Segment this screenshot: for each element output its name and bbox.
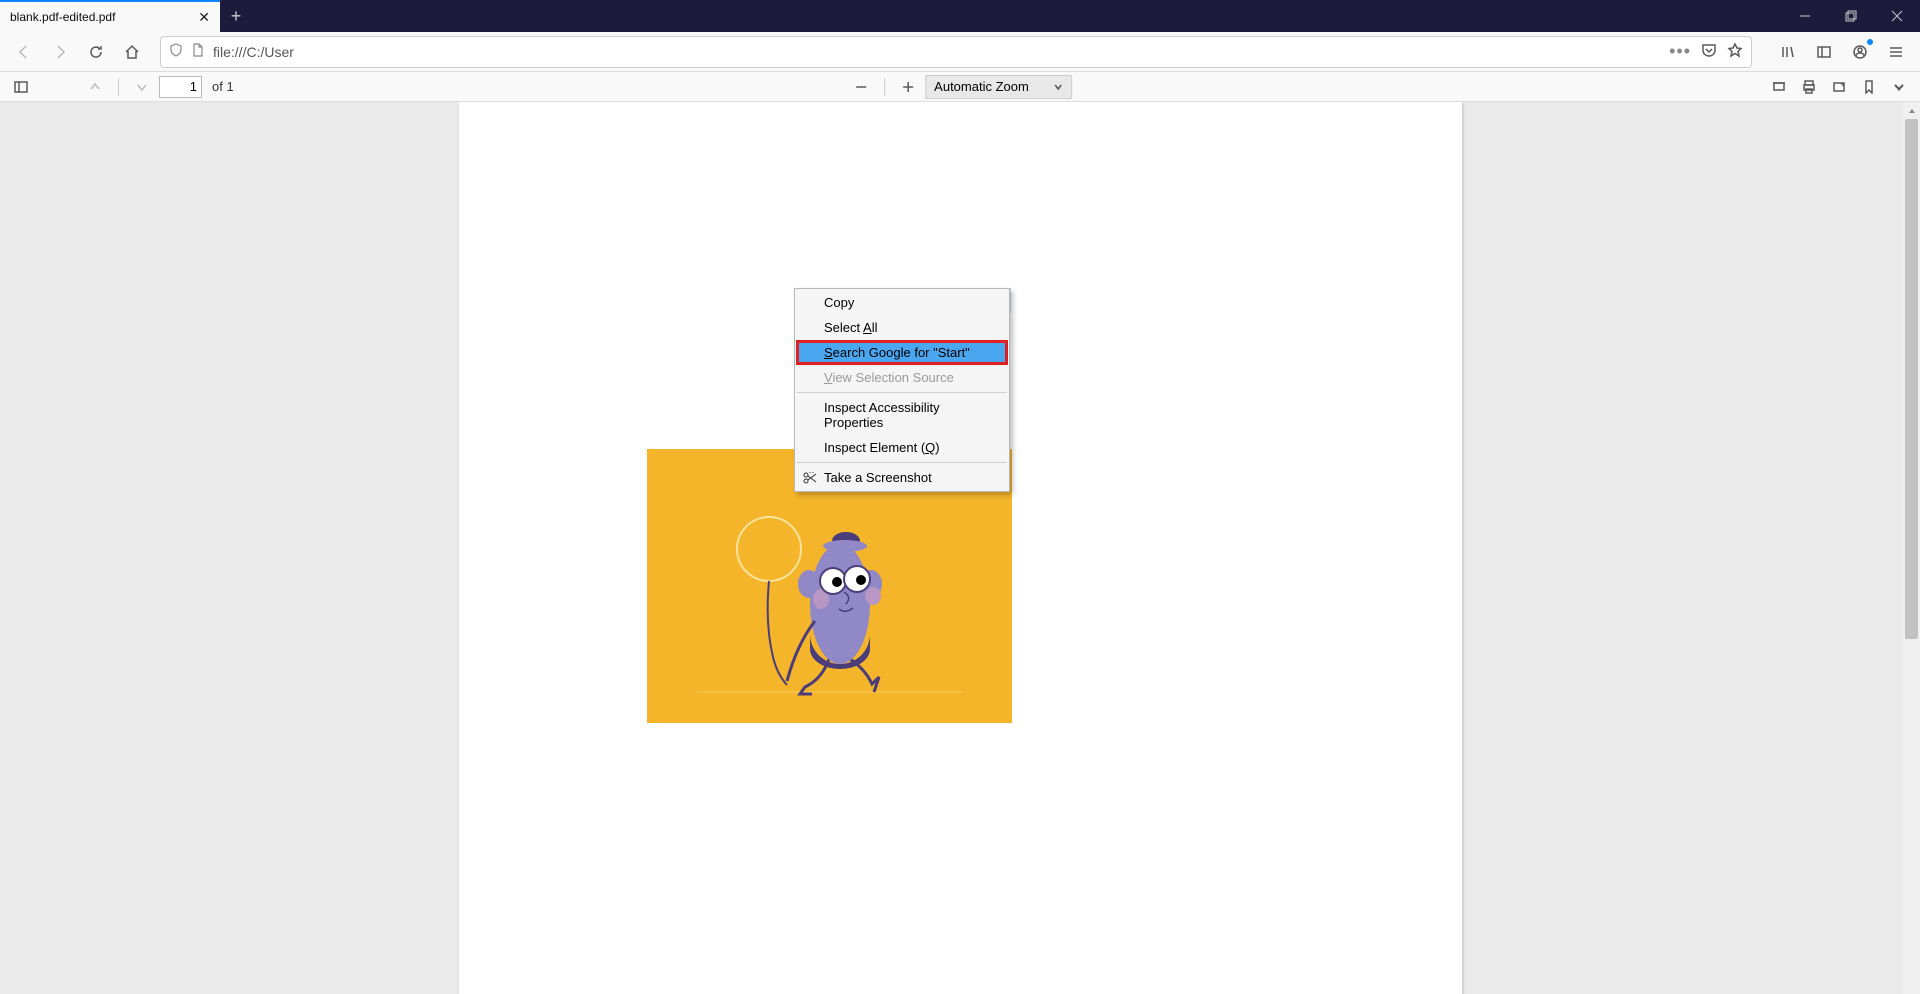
pocket-icon[interactable] xyxy=(1701,42,1717,61)
library-icon[interactable] xyxy=(1772,36,1804,68)
print-button[interactable] xyxy=(1796,74,1822,100)
sidebar-icon[interactable] xyxy=(1808,36,1840,68)
chevron-down-icon xyxy=(1053,82,1063,92)
divider xyxy=(884,78,885,96)
toggle-sidebar-button[interactable] xyxy=(8,74,34,100)
account-icon[interactable] xyxy=(1844,36,1876,68)
presentation-button[interactable] xyxy=(1766,74,1792,100)
separator xyxy=(797,462,1007,463)
page-total-label: of 1 xyxy=(212,79,234,94)
back-button[interactable] xyxy=(8,36,40,68)
zoom-out-button[interactable] xyxy=(848,74,874,100)
home-button[interactable] xyxy=(116,36,148,68)
ctx-copy[interactable]: Copy xyxy=(796,290,1008,315)
titlebar-spacer xyxy=(252,0,1782,32)
download-button[interactable] xyxy=(1826,74,1852,100)
next-page-button[interactable] xyxy=(129,74,155,100)
scroll-up-button[interactable] xyxy=(1903,102,1920,119)
page-actions-icon[interactable]: ••• xyxy=(1669,41,1691,62)
zoom-in-button[interactable] xyxy=(895,74,921,100)
nav-toolbar: file:///C:/User ••• xyxy=(0,32,1920,72)
vertical-scrollbar[interactable] xyxy=(1903,102,1920,994)
file-icon xyxy=(191,43,205,60)
separator xyxy=(797,392,1007,393)
zoom-label: Automatic Zoom xyxy=(934,79,1029,94)
maximize-button[interactable] xyxy=(1828,0,1874,32)
reload-button[interactable] xyxy=(80,36,112,68)
tools-button[interactable] xyxy=(1886,74,1912,100)
titlebar: blank.pdf-edited.pdf ✕ + xyxy=(0,0,1920,32)
zoom-select[interactable]: Automatic Zoom xyxy=(925,75,1072,99)
ctx-screenshot[interactable]: Take a Screenshot xyxy=(796,465,1008,490)
forward-button[interactable] xyxy=(44,36,76,68)
scissors-icon xyxy=(802,470,818,486)
browser-tab[interactable]: blank.pdf-edited.pdf ✕ xyxy=(0,0,220,32)
ctx-search-google[interactable]: Search Google for "Start" xyxy=(796,340,1008,365)
divider xyxy=(118,78,119,96)
bookmark-star-icon[interactable] xyxy=(1727,42,1743,61)
ctx-select-all[interactable]: Select All xyxy=(796,315,1008,340)
ctx-inspect-element[interactable]: Inspect Element (Q) xyxy=(796,435,1008,460)
close-window-button[interactable] xyxy=(1874,0,1920,32)
tab-title: blank.pdf-edited.pdf xyxy=(10,10,198,24)
ctx-inspect-a11y[interactable]: Inspect Accessibility Properties xyxy=(796,395,1008,435)
url-bar[interactable]: file:///C:/User ••• xyxy=(160,36,1752,68)
pdf-toolbar: of 1 Automatic Zoom xyxy=(0,72,1920,102)
new-tab-button[interactable]: + xyxy=(220,0,252,32)
ctx-view-source: View Selection Source xyxy=(796,365,1008,390)
tab-close-icon[interactable]: ✕ xyxy=(198,9,210,26)
pdf-page: Sta xyxy=(459,102,1462,994)
shield-icon xyxy=(169,43,183,60)
menu-button[interactable] xyxy=(1880,36,1912,68)
pdf-viewer[interactable]: Sta xyxy=(0,102,1920,994)
prev-page-button[interactable] xyxy=(82,74,108,100)
scroll-thumb[interactable] xyxy=(1905,119,1918,639)
window-controls xyxy=(1782,0,1920,32)
bookmark-view-button[interactable] xyxy=(1856,74,1882,100)
page-number-input[interactable] xyxy=(159,76,202,98)
context-menu: Copy Select All Search Google for "Start… xyxy=(794,288,1010,492)
minimize-button[interactable] xyxy=(1782,0,1828,32)
url-text: file:///C:/User xyxy=(213,44,1661,60)
